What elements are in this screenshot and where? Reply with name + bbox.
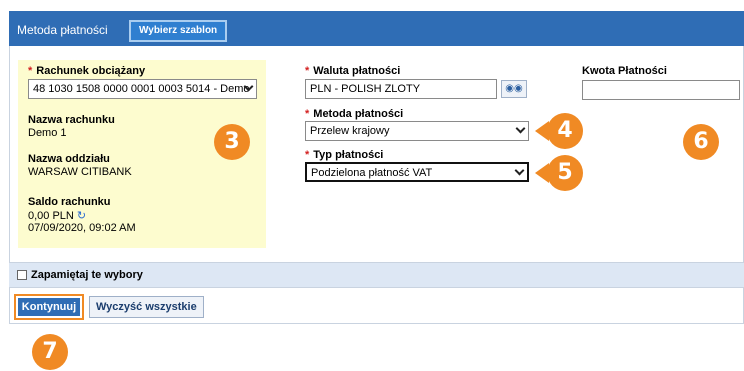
payment-type-label: * Typ płatności — [305, 149, 384, 161]
currency-label: * Waluta płatności — [305, 65, 401, 77]
clear-all-button[interactable]: Wyczyść wszystkie — [89, 296, 204, 318]
callout-badge-3: 3 — [214, 124, 250, 160]
balance-label: Saldo rachunku — [28, 196, 111, 208]
balance-value: 0,00 PLN ↻ — [28, 210, 87, 222]
chevron-down-icon — [517, 128, 524, 135]
account-name-label: Nazwa rachunku — [28, 114, 115, 126]
amount-input[interactable] — [582, 80, 740, 100]
callout-badge-6: 6 — [683, 124, 719, 160]
amount-label: Kwota Płatności — [582, 65, 667, 77]
callout-badge-7: 7 — [32, 334, 68, 370]
required-asterisk: * — [28, 65, 33, 77]
remember-label: Zapamiętaj te wybory — [31, 269, 143, 281]
required-asterisk: * — [305, 149, 310, 161]
chevron-down-icon — [245, 86, 252, 93]
callout-badge-4: 4 — [547, 113, 583, 149]
account-name-value: Demo 1 — [28, 127, 67, 139]
remember-checkbox[interactable] — [17, 270, 27, 280]
payment-type-select[interactable]: Podzielona płatność VAT — [305, 162, 529, 182]
debit-account-select[interactable]: 48 1030 1508 0000 0001 0003 5014 - Demo — [28, 79, 257, 99]
refresh-icon[interactable]: ↻ — [77, 210, 86, 222]
currency-input[interactable]: PLN - POLISH ZLOTY — [305, 79, 497, 99]
payment-method-select[interactable]: Przelew krajowy — [305, 121, 529, 141]
panel-header: Metoda płatności Wybierz szablon — [9, 11, 744, 46]
payment-method-label: * Metoda płatności — [305, 108, 404, 120]
choose-template-button[interactable]: Wybierz szablon — [129, 20, 228, 42]
callout-badge-5: 5 — [547, 155, 583, 191]
balance-date: 07/09/2020, 09:02 AM — [28, 222, 136, 234]
chevron-down-icon — [516, 170, 523, 177]
remember-bar: Zapamiętaj te wybory — [9, 262, 744, 288]
branch-name-value: WARSAW CITIBANK — [28, 166, 132, 178]
branch-name-label: Nazwa oddziału — [28, 153, 110, 165]
required-asterisk: * — [305, 108, 310, 120]
continue-button[interactable]: Kontynuuj — [14, 294, 84, 320]
required-asterisk: * — [305, 65, 310, 77]
debit-account-label: * Rachunek obciążany — [28, 65, 146, 77]
binoculars-icon[interactable]: ◉◉ — [501, 80, 527, 98]
page-title: Metoda płatności — [17, 23, 108, 37]
